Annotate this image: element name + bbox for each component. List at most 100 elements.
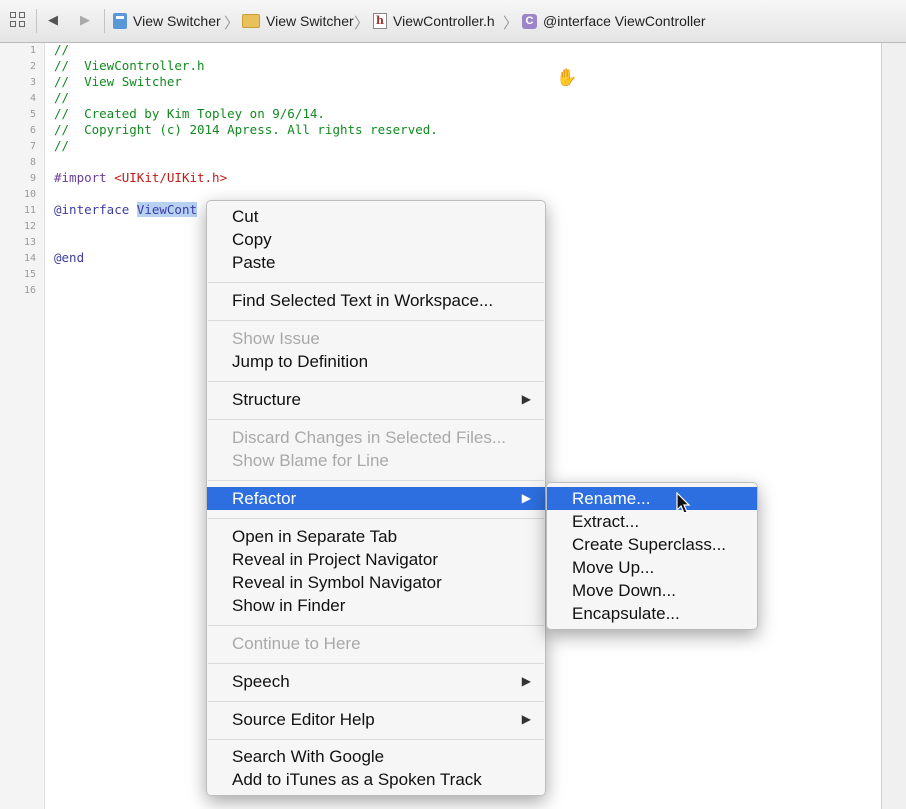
line-number: 14 (23, 253, 36, 264)
menu-item-structure[interactable]: Structure ▶ (207, 388, 545, 411)
menu-item-search-with-google[interactable]: Search With Google (207, 745, 545, 768)
menu-item-show-issue: Show Issue (232, 329, 320, 348)
jump-bar: ◀ ▶ View Switcher 〉 View Switcher 〉 h Vi… (0, 0, 906, 43)
code-line: // (54, 90, 70, 105)
project-icon (113, 13, 127, 29)
breadcrumb-project[interactable]: View Switcher (113, 12, 221, 30)
menu-separator (208, 282, 544, 283)
chevron-right-icon: 〉 (503, 15, 519, 32)
breadcrumb-file[interactable]: h ViewController.h (373, 12, 495, 30)
back-button[interactable]: ◀ (48, 12, 58, 28)
menu-item-reveal-project-navigator[interactable]: Reveal in Project Navigator (207, 548, 545, 571)
menu-item-label: Refactor (232, 489, 297, 508)
menu-item-speech[interactable]: Speech ▶ (207, 670, 545, 693)
menu-item-discard-changes: Discard Changes in Selected Files... (232, 428, 507, 447)
menu-item-show-in-finder[interactable]: Show in Finder (207, 594, 545, 617)
forward-button[interactable]: ▶ (80, 12, 90, 28)
editor-side-bar (881, 43, 906, 809)
line-number: 8 (29, 157, 36, 168)
line-number: 11 (23, 205, 36, 216)
submenu-arrow-icon: ▶ (521, 674, 531, 688)
context-menu: Cut Copy Paste Find Selected Text in Wor… (206, 200, 546, 796)
interface-keyword: @interface (54, 202, 137, 217)
menu-item-jump-to-definition[interactable]: Jump to Definition (207, 350, 545, 373)
chevron-right-icon: 〉 (224, 15, 240, 32)
menu-separator (208, 518, 544, 519)
line-number: 12 (23, 221, 36, 232)
code-line: #import <UIKit/UIKit.h> (54, 170, 227, 185)
submenu-item-move-up[interactable]: Move Up... (547, 556, 757, 579)
menu-separator (208, 739, 544, 740)
submenu-item-rename[interactable]: Rename... (547, 487, 757, 510)
submenu-item-extract[interactable]: Extract... (547, 510, 757, 533)
line-number: 4 (29, 93, 36, 104)
menu-item-cut[interactable]: Cut (207, 205, 545, 228)
menu-separator (208, 625, 544, 626)
submenu-item-move-down[interactable]: Move Down... (547, 579, 757, 602)
divider (104, 9, 105, 33)
menu-item-label: Structure (232, 390, 301, 409)
refactor-submenu: Rename... Extract... Create Superclass..… (546, 482, 758, 630)
menu-item-reveal-symbol-navigator[interactable]: Reveal in Symbol Navigator (207, 571, 545, 594)
folder-icon (242, 14, 260, 28)
menu-item-copy[interactable]: Copy (207, 228, 545, 251)
header-file-icon: h (373, 13, 387, 29)
line-number: 5 (29, 109, 36, 120)
mouse-pointer-icon (676, 492, 691, 514)
code-line: // ViewController.h (54, 58, 205, 73)
line-number: 9 (29, 173, 36, 184)
menu-separator (208, 381, 544, 382)
selected-text: ViewCont (136, 202, 198, 217)
submenu-item-encapsulate[interactable]: Encapsulate... (547, 602, 757, 625)
hand-cursor-icon: ✋ (556, 68, 578, 87)
menu-item-open-separate-tab[interactable]: Open in Separate Tab (207, 525, 545, 548)
line-number: 16 (23, 285, 36, 296)
breadcrumb-symbol[interactable]: C @interface ViewController (522, 12, 706, 30)
menu-item-show-blame: Show Blame for Line (232, 451, 389, 470)
menu-separator (208, 480, 544, 481)
line-number: 15 (23, 269, 36, 280)
code-line: // (54, 138, 70, 153)
submenu-arrow-icon: ▶ (521, 491, 531, 505)
menu-separator (208, 320, 544, 321)
breadcrumb-group[interactable]: View Switcher (242, 12, 354, 30)
code-line: // (54, 42, 70, 57)
submenu-arrow-icon: ▶ (521, 392, 531, 406)
submenu-item-create-superclass[interactable]: Create Superclass... (547, 533, 757, 556)
breadcrumb-label: ViewController.h (393, 13, 495, 29)
import-directive: #import (54, 170, 115, 185)
menu-item-add-to-itunes[interactable]: Add to iTunes as a Spoken Track (207, 768, 545, 791)
divider (36, 9, 37, 33)
menu-item-find-selected-text[interactable]: Find Selected Text in Workspace... (207, 289, 545, 312)
code-line: @interface ViewCont (54, 202, 198, 217)
line-number: 3 (29, 77, 36, 88)
menu-separator (208, 419, 544, 420)
menu-item-refactor[interactable]: Refactor ▶ (207, 487, 545, 510)
chevron-right-icon: 〉 (354, 15, 370, 32)
related-items-icon[interactable] (10, 12, 26, 28)
line-number-gutter: 1 2 3 4 5 6 7 8 9 10 11 12 13 14 15 16 (0, 43, 45, 809)
breadcrumb-label: @interface ViewController (543, 13, 706, 29)
import-path: <UIKit/UIKit.h> (114, 170, 228, 185)
menu-item-label: Source Editor Help (232, 710, 375, 729)
menu-item-paste[interactable]: Paste (207, 251, 545, 274)
line-number: 2 (29, 61, 36, 72)
code-line: // View Switcher (54, 74, 182, 89)
menu-separator (208, 663, 544, 664)
menu-item-continue-to-here: Continue to Here (232, 634, 361, 653)
menu-item-label: Speech (232, 672, 290, 691)
line-number: 6 (29, 125, 36, 136)
code-line: // Created by Kim Topley on 9/6/14. (54, 106, 325, 121)
breadcrumb-label: View Switcher (266, 13, 354, 29)
code-line: // Copyright (c) 2014 Apress. All rights… (54, 122, 438, 137)
line-number: 1 (29, 45, 36, 56)
menu-item-source-editor-help[interactable]: Source Editor Help ▶ (207, 708, 545, 731)
class-icon: C (522, 13, 537, 29)
line-number: 10 (23, 189, 36, 200)
submenu-arrow-icon: ▶ (521, 712, 531, 726)
line-number: 7 (29, 141, 36, 152)
menu-separator (208, 701, 544, 702)
breadcrumb-label: View Switcher (133, 13, 221, 29)
code-line: @end (54, 250, 85, 265)
line-number: 13 (23, 237, 36, 248)
